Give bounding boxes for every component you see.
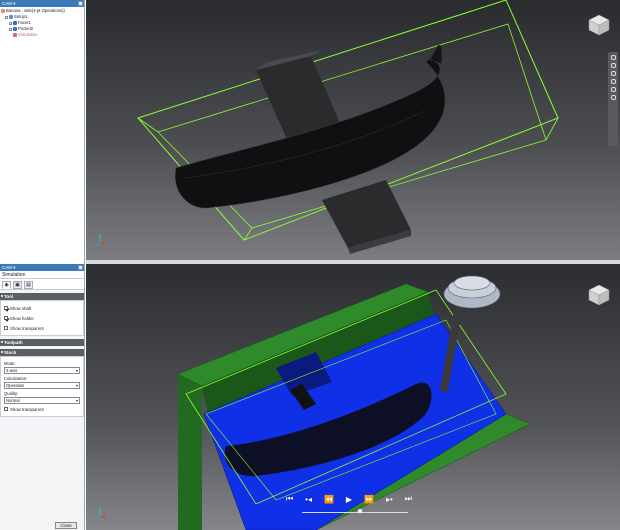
show-transparent-stock-checkbox[interactable]: Show transparent (4, 404, 80, 414)
step-forward-icon[interactable]: ⏩ (364, 495, 374, 504)
quality-label: Quality: (4, 391, 19, 396)
tab-display[interactable]: ◉ (2, 281, 11, 289)
next-operation-icon[interactable]: ▸• (386, 495, 393, 504)
checkbox-icon (4, 407, 8, 411)
tab-info[interactable]: ▣ (13, 281, 22, 289)
browser-title: CAM (2, 1, 12, 6)
simulation-player: ⏮ •◂ ⏪ ▶ ⏩ ▸• ⏭ (286, 492, 412, 522)
viewcube[interactable] (588, 14, 610, 36)
show-shaft-checkbox[interactable]: Show shaft (4, 303, 80, 313)
play-icon[interactable]: ▶ (346, 495, 352, 504)
colorization-label: Colorization: (4, 376, 28, 381)
pan-icon[interactable] (610, 55, 616, 60)
simulation-icon (13, 33, 17, 37)
close-button[interactable]: Close (55, 522, 77, 529)
zoom-icon[interactable] (610, 63, 616, 68)
step-back-icon[interactable]: ⏪ (324, 495, 334, 504)
viewcube[interactable] (588, 284, 610, 306)
walk-icon[interactable] (610, 95, 616, 100)
checkbox-icon (4, 326, 8, 330)
show-transparent-tool-checkbox[interactable]: Show transparent (4, 323, 80, 333)
chart-icon: ▤ (26, 282, 31, 288)
navigation-bar (608, 52, 618, 146)
tab-statistics[interactable]: ▤ (24, 281, 33, 289)
sim-panel-title: CAM (2, 265, 12, 270)
tree-item-simulation[interactable]: Simulation (1, 32, 83, 38)
playback-slider[interactable] (302, 512, 408, 513)
browser-header: CAM ▾ (0, 0, 84, 7)
go-to-end-icon[interactable]: ⏭ (405, 494, 412, 504)
sim-panel-header: CAM ▾ (0, 264, 84, 271)
simulation-panel: CAM ▾ Simulation ◉ ▣ ▤ Tool Show shaft S… (0, 264, 85, 530)
pin-icon[interactable] (78, 1, 83, 6)
orbit-icon[interactable] (610, 71, 616, 76)
eye-icon: ◉ (4, 282, 9, 288)
colorization-select[interactable]: Operation (4, 382, 80, 389)
axis-triad (96, 508, 107, 521)
tool-section: Show shaft Show holder Show transparent (0, 300, 84, 336)
expand-icon[interactable] (5, 15, 8, 19)
expand-icon[interactable] (9, 27, 12, 31)
stock-section-header[interactable]: Stock (0, 349, 84, 356)
mode-label: Mode: (4, 361, 16, 366)
quality-select[interactable]: Normal (4, 397, 80, 404)
document-icon (1, 9, 5, 13)
browser-tree: Banana - side(4-pt Operations)) Setup1 F… (0, 7, 84, 39)
setup-icon (9, 15, 13, 19)
previous-operation-icon[interactable]: •◂ (305, 495, 312, 504)
info-icon: ▣ (15, 282, 20, 288)
checkbox-icon (4, 316, 8, 320)
fixture-side (178, 374, 202, 530)
stock-section: Mode: 3-axis Colorization: Operation Qua… (0, 356, 84, 417)
show-holder-checkbox[interactable]: Show holder (4, 313, 80, 323)
facet-icon (13, 21, 17, 25)
model-scene-top (96, 0, 559, 254)
checkbox-icon (4, 306, 8, 310)
go-to-start-icon[interactable]: ⏮ (286, 494, 293, 504)
simulation-viewport[interactable]: ⏮ •◂ ⏪ ▶ ⏩ ▸• ⏭ (86, 264, 620, 530)
pocket-icon (13, 27, 17, 31)
simulation-scene (96, 275, 531, 530)
tool-section-header[interactable]: Tool (0, 293, 84, 300)
look-icon[interactable] (610, 79, 616, 84)
simulation-title: Simulation (0, 271, 84, 279)
simulation-tabs: ◉ ▣ ▤ (0, 279, 84, 290)
model-viewport-top[interactable] (86, 0, 620, 264)
toolpath-section-header[interactable]: Toolpath (0, 339, 84, 346)
expand-icon[interactable] (9, 21, 12, 25)
pin-icon[interactable] (78, 265, 83, 270)
mode-select[interactable]: 3-axis (4, 367, 80, 374)
axis-triad (96, 234, 107, 247)
cam-browser: CAM ▾ Banana - side(4-pt Operations)) Se… (0, 0, 85, 264)
fit-icon[interactable] (610, 87, 616, 92)
